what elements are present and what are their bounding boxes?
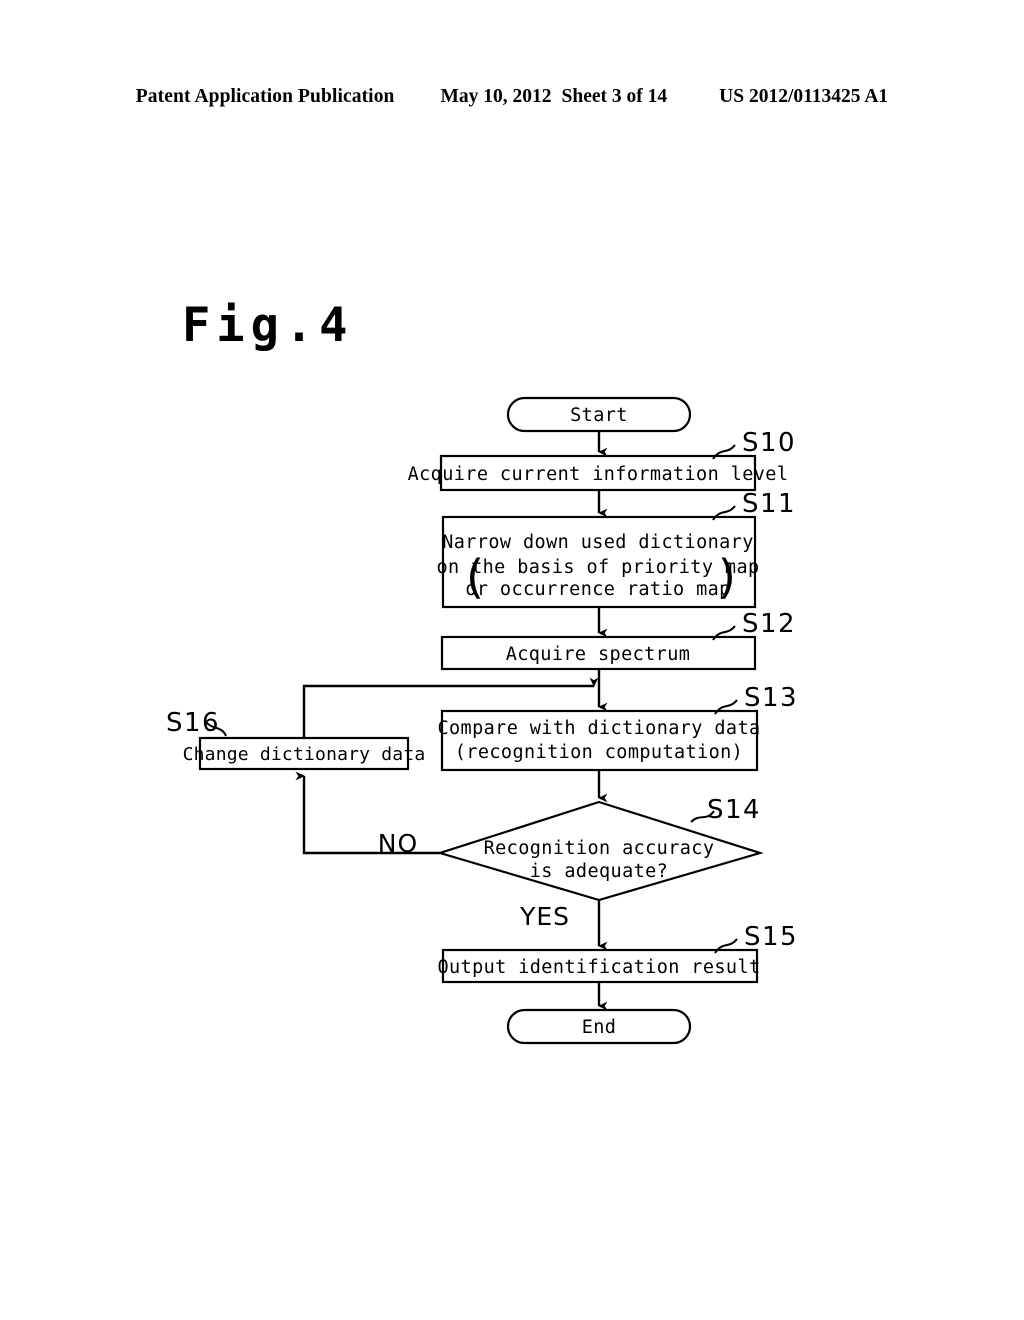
step-tag-s16: S16 <box>166 708 220 738</box>
connector-s14-no-to-s16 <box>295 771 440 855</box>
process-label-s13-line1: Compare with dictionary data <box>437 718 760 739</box>
paren-close-s11: ) <box>718 550 736 604</box>
paren-open-s11: ( <box>466 550 484 604</box>
step-tag-s10: S10 <box>742 428 796 458</box>
process-label-s11-line2: on the basis of priority map <box>436 557 759 578</box>
process-label-s11-line3: or occurrence ratio map <box>465 579 730 600</box>
end-label: End <box>582 1017 617 1038</box>
process-label-s12: Acquire spectrum <box>506 644 691 665</box>
process-label-s10: Acquire current information level <box>408 464 789 485</box>
start-label: Start <box>570 405 628 426</box>
step-tag-s15: S15 <box>744 922 798 952</box>
branch-label-yes: YES <box>519 902 570 931</box>
process-label-s11-line1: Narrow down used dictionary <box>442 532 754 553</box>
process-label-s15: Output identification result <box>437 957 760 978</box>
step-tag-s14: S14 <box>707 795 761 825</box>
step-tag-s12: S12 <box>742 609 796 639</box>
flowchart-diagram: Start Acquire current information level … <box>166 396 798 1045</box>
decision-label-s14-line1: Recognition accuracy <box>484 838 715 859</box>
decision-label-s14-line2: is adequate? <box>530 861 668 882</box>
step-tag-s13: S13 <box>744 683 798 713</box>
branch-label-no: NO <box>378 829 418 858</box>
process-label-s13-line2: (recognition computation) <box>455 742 743 763</box>
step-tag-s11: S11 <box>742 489 796 519</box>
patent-figure-page: Patent Application Publication May 10, 20… <box>0 0 1024 1320</box>
process-label-s16: Change dictionary data <box>183 744 426 765</box>
